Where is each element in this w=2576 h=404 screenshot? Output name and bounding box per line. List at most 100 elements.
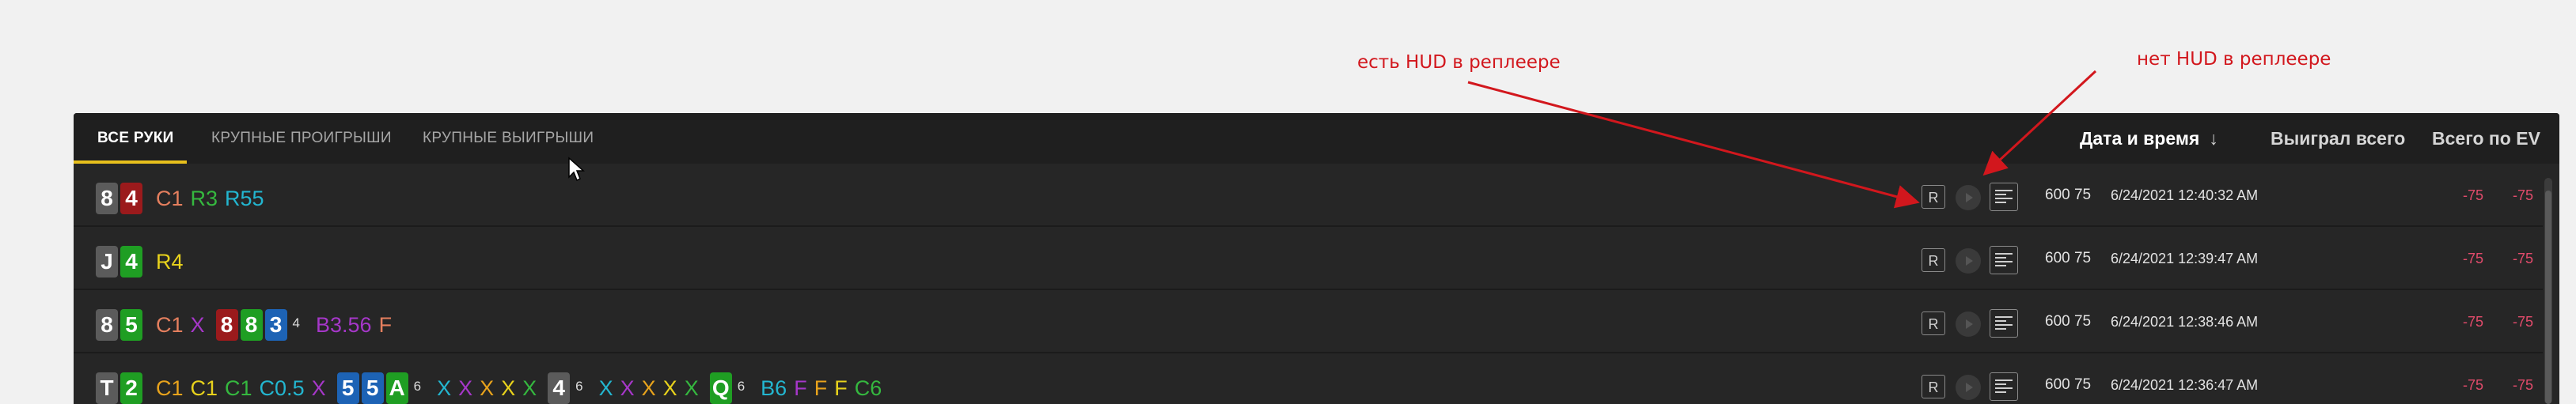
ev-value: -75 [2512,251,2533,266]
action-label: X [662,376,677,400]
action-label: X [437,376,452,400]
card: T [96,372,118,404]
hand-row[interactable]: J 4 R4 R 600 75 6/24/2021 12:39:47 AM -75 -75 [74,227,2543,290]
action-label: R55 [225,186,264,210]
card: 2 [120,372,142,404]
play-icon [1966,383,1973,392]
card: 3 [264,309,287,341]
player-count: 6 [413,379,422,394]
player-count: 6 [737,379,745,394]
play-icon [1966,256,1973,266]
hand-datetime: 6/24/2021 12:40:32 AM [2111,187,2259,203]
play-button[interactable] [1956,248,1981,274]
tab-big-losses[interactable]: КРУПНЫЕ ПРОИГРЫШИ [211,113,392,164]
action-label: C1 [156,312,184,337]
ev-value: -75 [2512,187,2533,203]
column-header-datetime[interactable]: Дата и время ↓ [2080,113,2218,164]
action-label: C1 [156,186,184,210]
action-label: B6 [761,376,787,400]
action-label: X [620,376,635,400]
card: 5 [120,309,142,341]
replay-hud-button[interactable]: R [1922,375,1945,398]
hands-list: 8 4 C1 R3 R55 R 600 75 6/24/2021 12:40:32 AM -75… [74,164,2543,404]
card: 8 [96,183,118,214]
card: 8 [215,309,238,341]
replay-hud-button[interactable]: R [1922,185,1945,209]
action-label: F [794,376,807,400]
column-header-datetime-label: Дата и время [2080,128,2200,149]
action-label: B3.56 [316,312,372,337]
ev-value: -75 [2512,377,2533,393]
action-label: X [522,376,537,400]
hand-history-button[interactable] [1990,309,2018,338]
tab-all-hands[interactable]: ВСЕ РУКИ [74,113,187,164]
hand-history-icon [1995,190,2013,203]
hand-history-icon [1995,316,2013,330]
action-label: R3 [190,186,218,210]
action-label: F [834,376,848,400]
action-label: C1 [190,376,218,400]
stakes-value: 600 75 [2045,313,2092,330]
hand-history-button[interactable] [1990,183,2018,211]
tab-bar: ВСЕ РУКИ КРУПНЫЕ ПРОИГРЫШИ КРУПНЫЕ ВЫИГР… [74,113,2559,164]
ev-value: -75 [2512,314,2533,330]
action-label: R4 [156,249,184,274]
hands-panel: ВСЕ РУКИ КРУПНЫЕ ПРОИГРЫШИ КРУПНЫЕ ВЫИГР… [74,113,2559,404]
action-label: F [378,312,393,337]
hand-history-icon [1995,379,2013,393]
action-label: X [598,376,613,400]
column-header-won-total[interactable]: Выиграл всего [2271,113,2405,164]
hand-row[interactable]: 8 4 C1 R3 R55 R 600 75 6/24/2021 12:40:32 AM -75… [74,164,2543,227]
stakes-value: 600 75 [2045,250,2092,266]
sort-arrow-icon: ↓ [2209,128,2218,149]
hand-line: 8 4 C1 R3 R55 [96,183,264,214]
hand-row[interactable]: T 2 C1 C1 C1 C0.5 X 5 5 A 6 X X X X X 4 6 X X X X X Q 6 B6 F F F C6 R 6… [74,353,2543,404]
action-label: X [501,376,516,400]
play-button[interactable] [1956,375,1981,400]
replay-hud-button[interactable]: R [1922,248,1945,272]
card: 4 [120,183,142,214]
card: 5 [361,372,384,404]
card: 8 [96,309,118,341]
scrollbar-thumb[interactable] [2545,191,2551,404]
hand-datetime: 6/24/2021 12:39:47 AM [2111,251,2259,266]
hand-history-button[interactable] [1990,246,2018,274]
hand-datetime: 6/24/2021 12:38:46 AM [2111,314,2259,330]
hand-history-button[interactable] [1990,372,2018,401]
card: Q [709,372,732,404]
card: 5 [336,372,359,404]
player-count: 6 [575,379,583,394]
stakes-value: 600 75 [2045,376,2092,393]
annotation-hud-absent: нет HUD в реплеере [2137,49,2331,70]
hand-line: 8 5 C1 X 8 8 3 4 B3.56 F [96,309,392,341]
action-label: F [814,376,828,400]
hand-history-icon [1995,253,2013,266]
action-label: X [480,376,495,400]
card: 4 [120,246,142,278]
player-count: 4 [292,315,300,330]
play-button[interactable] [1956,311,1981,337]
play-icon [1966,193,1973,202]
action-label: C6 [854,376,882,400]
play-icon [1966,319,1973,329]
action-label: X [311,376,326,400]
action-label: C1 [156,376,184,400]
mouse-cursor-icon [568,157,585,182]
action-label: C0.5 [259,376,305,400]
hand-line: J 4 R4 [96,246,184,278]
replay-hud-button[interactable]: R [1922,311,1945,335]
action-label: X [684,376,699,400]
action-label: C1 [225,376,252,400]
card: J [96,246,118,278]
action-label: X [641,376,656,400]
hand-line: T 2 C1 C1 C1 C0.5 X 5 5 A 6 X X X X X 4 6 X X X X X Q 6 B6 F F F C6 [96,372,882,404]
column-header-ev-total[interactable]: Всего по EV [2432,113,2540,164]
action-label: X [190,312,205,337]
card: 4 [548,372,571,404]
action-label: X [458,376,473,400]
card: A [385,372,408,404]
hand-datetime: 6/24/2021 12:36:47 AM [2111,377,2259,393]
annotation-hud-present: есть HUD в реплеере [1357,52,1561,73]
play-button[interactable] [1956,185,1981,210]
hand-row[interactable]: 8 5 C1 X 8 8 3 4 B3.56 F R 600 75 6/24/2021 12:38:46… [74,290,2543,353]
